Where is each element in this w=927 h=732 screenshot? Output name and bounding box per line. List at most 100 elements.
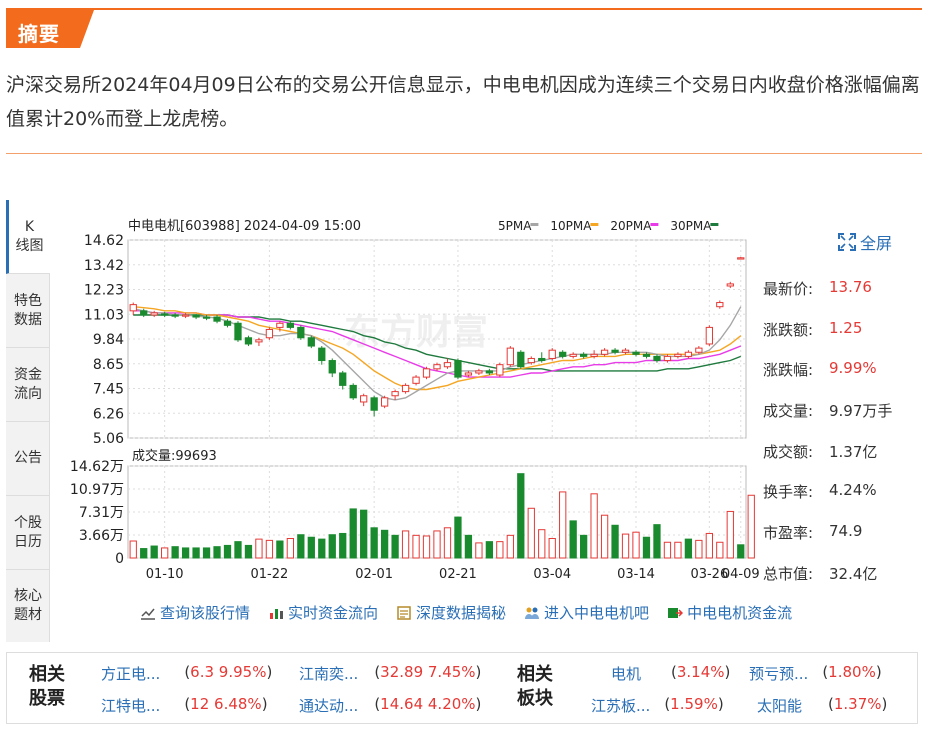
candle-body — [401, 384, 410, 393]
candle-body — [464, 372, 473, 376]
kline-chart[interactable]: 中电电机[603988] 2024-04-09 15:00 5PMA 10PMA 2… — [66, 208, 766, 588]
volume-tick-label: 14.62万 — [70, 459, 124, 475]
related-sector-item[interactable]: 电机 (3.14%) — [611, 663, 730, 683]
volume-bar — [265, 539, 274, 559]
x-axis: 01-10 01-22 02-01 02-21 03-04 03-14 03-2604-09 — [146, 567, 760, 582]
ma-legend-label: 30PMA — [670, 219, 712, 233]
volume-bar — [569, 520, 577, 559]
tab-fund-flow[interactable]: 资金 流向 — [6, 348, 50, 422]
volume-bar — [328, 534, 336, 559]
candle-body — [506, 347, 514, 366]
ma-legend: 5PMA 10PMA 20PMA 30PMA — [498, 219, 719, 233]
candle-body — [412, 376, 420, 384]
candle-body — [716, 302, 724, 308]
candle-body — [695, 347, 703, 353]
related-sector-item[interactable]: 江苏板... (1.59%) — [591, 695, 724, 715]
candle-body — [391, 391, 399, 397]
candle-body — [140, 310, 148, 316]
summary-tag-label: 摘要 — [18, 22, 60, 46]
volume-bar — [653, 524, 661, 559]
link-deep-data[interactable]: 深度数据揭秘 — [396, 602, 506, 623]
candle-body — [433, 364, 441, 370]
candle-body — [590, 353, 598, 357]
volume-bar — [192, 547, 200, 559]
link-stock-forum[interactable]: 进入中电电机吧 — [524, 602, 649, 623]
price-tick-label: 6.26 — [93, 406, 124, 422]
stat-row: 最新价: 13.76 — [763, 278, 872, 298]
volume-bar — [527, 507, 535, 559]
candle-body — [244, 337, 253, 345]
volume-title: 成交量:99693 — [132, 448, 217, 464]
fullscreen-button[interactable]: 全屏 — [838, 230, 892, 254]
ma-legend-label: 5PMA — [498, 219, 532, 233]
link-quote[interactable]: 查询该股行情 — [140, 602, 250, 623]
candle-body — [737, 257, 745, 260]
link-stock-fund-flow[interactable]: 中电电机资金流 — [667, 602, 792, 623]
ma-legend-label: 10PMA — [550, 219, 592, 233]
candle-body — [674, 353, 682, 357]
candle-body — [328, 360, 336, 374]
tab-feature-data[interactable]: 特色 数据 — [6, 274, 50, 348]
tab-core-theme[interactable]: 核心 题材 — [6, 570, 50, 642]
tab-kline[interactable]: K 线图 — [6, 200, 50, 274]
quick-links: 查询该股行情 实时资金流向 深度数据揭秘 进入中电电机吧 中电电机资金流 — [140, 602, 792, 623]
x-tick-label: 01-10 — [146, 567, 184, 582]
candle-body — [548, 349, 556, 359]
volume-bar — [674, 541, 682, 559]
volume-bar — [244, 544, 253, 559]
expand-icon — [838, 233, 856, 251]
related-stock-item[interactable]: 通达动... (14.64 4.20%) — [299, 695, 481, 715]
summary-tag: 摘要 — [6, 10, 94, 48]
candle-body — [213, 316, 221, 322]
volume-bar — [213, 546, 221, 559]
related-sector-item[interactable]: 预亏预... (1.80%) — [749, 663, 882, 683]
related-stock-item[interactable]: 江南奕... (32.89 7.45%) — [299, 663, 481, 683]
tab-announcement[interactable]: 公告 — [6, 422, 50, 496]
stat-row: 成交额: 1.37亿 — [763, 442, 878, 461]
stat-row: 成交量: 9.97万手 — [763, 402, 893, 421]
price-tick-label: 5.06 — [93, 431, 124, 447]
candle-body — [726, 283, 734, 287]
related-stock-item[interactable]: 方正电... (6.3 9.95%) — [101, 663, 272, 683]
candle-body — [297, 326, 305, 339]
ma-legend-swatch — [650, 223, 659, 226]
candle-body — [475, 370, 483, 374]
candle-body — [276, 322, 284, 328]
stat-row: 换手率: 4.24% — [763, 481, 877, 502]
candle-body — [632, 351, 640, 355]
flow-icon — [668, 607, 684, 618]
volume-bar — [181, 547, 190, 559]
volume-bar — [370, 527, 378, 559]
candle-body — [360, 395, 368, 403]
volume-bar — [632, 531, 640, 559]
volume-bar — [600, 514, 609, 559]
candle-body — [318, 347, 326, 362]
candle-body — [600, 349, 609, 355]
volume-bar — [443, 527, 452, 559]
volume-bar — [559, 491, 567, 559]
volume-bar — [161, 547, 169, 559]
volume-bar — [129, 540, 137, 559]
related-sector-item[interactable]: 太阳能 (1.37%) — [757, 695, 887, 715]
price-tick-label: 12.23 — [84, 283, 124, 299]
x-tick-label: 04-09 — [722, 567, 760, 582]
volume-bar — [391, 534, 399, 559]
link-fund-flow[interactable]: 实时资金流向 — [268, 602, 378, 623]
x-tick-label: 02-21 — [439, 567, 477, 582]
volume-bar — [360, 509, 368, 559]
candle-body — [684, 351, 693, 357]
stock-stats: 最新价: 13.76 涨跌额: 1.25 涨跌幅: 9.99% 成交量: 9.97万手 … — [763, 278, 913, 604]
volume-bar — [234, 541, 242, 559]
tab-stock-calendar[interactable]: 个股 日历 — [6, 496, 50, 570]
users-icon — [525, 607, 540, 619]
x-tick-label: 01-22 — [251, 567, 289, 582]
volume-y-axis: 14.62万 10.97万 7.31万 3.66万 0 — [70, 459, 124, 567]
volume-bar — [297, 534, 305, 559]
related-stocks-heading: 相关 股票 — [29, 664, 65, 709]
candle-body — [621, 349, 630, 353]
price-tick-label: 13.42 — [84, 258, 124, 274]
candle-body — [370, 397, 378, 411]
summary-text: 沪深交易所2024年04月09日公布的交易公开信息显示，中电电机因成为连续三个交… — [6, 74, 920, 130]
related-stock-item[interactable]: 江特电... (12 6.48%) — [101, 695, 268, 715]
candle-body — [422, 368, 431, 378]
